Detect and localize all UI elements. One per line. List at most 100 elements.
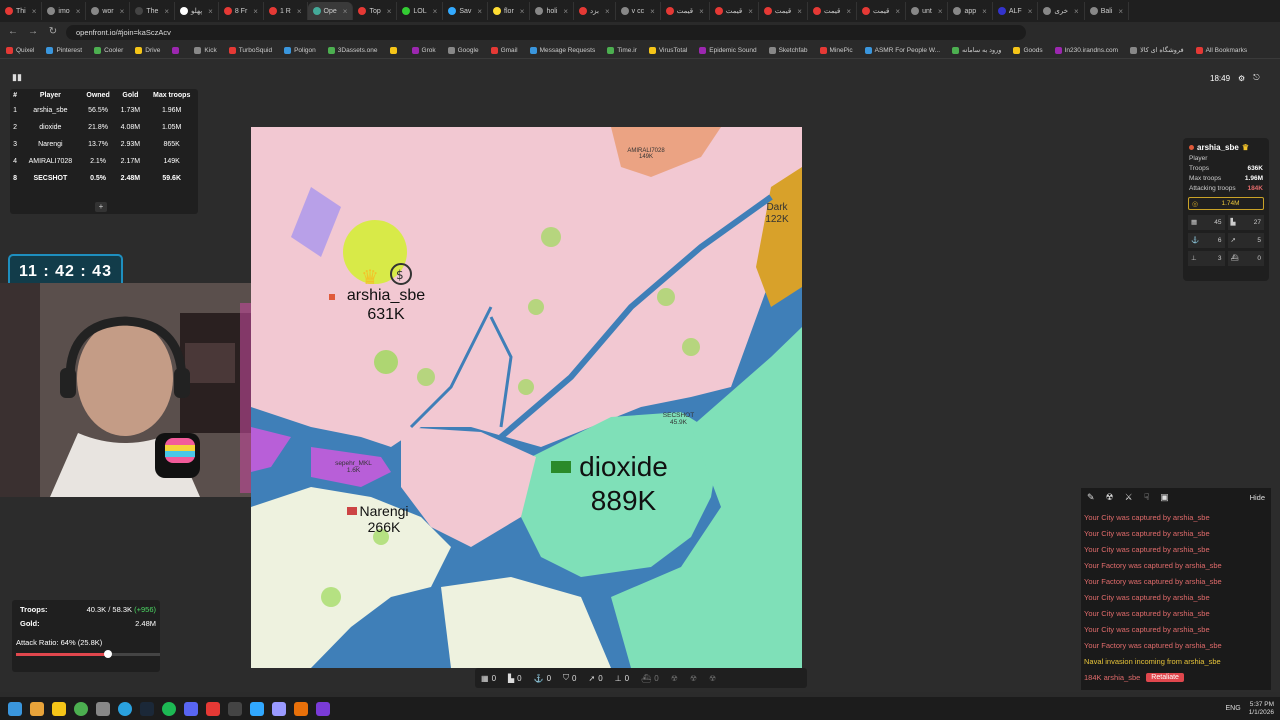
close-tab-icon[interactable]: × — [433, 7, 438, 16]
browser-tab[interactable]: قیمت × — [661, 2, 710, 20]
build-city-button[interactable]: ▦ 0 — [475, 674, 502, 683]
close-tab-icon[interactable]: × — [297, 7, 302, 16]
attack-ratio-thumb[interactable] — [104, 650, 113, 658]
browser-tab[interactable]: holi × — [530, 2, 575, 20]
browser-tab[interactable]: Ope × — [307, 2, 354, 20]
browser-tab[interactable]: Sav × — [443, 2, 489, 20]
close-tab-icon[interactable]: × — [32, 7, 37, 16]
close-tab-icon[interactable]: × — [387, 7, 392, 16]
app-icon[interactable] — [206, 701, 220, 716]
close-tab-icon[interactable]: × — [1028, 7, 1033, 16]
bookmark-item[interactable]: TurboSquid — [223, 46, 278, 54]
bookmark-item[interactable]: Quixel — [0, 46, 40, 54]
telegram-icon[interactable] — [118, 701, 132, 716]
hide-events-button[interactable]: Hide — [1250, 493, 1265, 502]
photoshop-icon[interactable] — [250, 701, 264, 716]
pencil-icon[interactable]: ✎ — [1087, 492, 1095, 503]
close-tab-icon[interactable]: × — [605, 7, 610, 16]
leaderboard-row[interactable]: 2 dioxide 21.8% 4.08M 1.05M — [10, 119, 198, 136]
bookmark-item[interactable]: Drive — [129, 46, 166, 54]
browser-tab[interactable]: flor × — [488, 2, 531, 20]
reload-icon[interactable]: ↻ — [46, 25, 60, 39]
build-warship-button[interactable]: ⛴ 0 — [635, 674, 665, 683]
exit-icon[interactable]: ⎋ — [1253, 73, 1259, 83]
build-port-button[interactable]: ⚓ 0 — [528, 674, 557, 683]
browser-tab[interactable]: Bali × — [1085, 2, 1130, 20]
close-tab-icon[interactable]: × — [797, 7, 802, 16]
premiere-icon[interactable] — [272, 701, 286, 716]
hydrogen-bomb-icon[interactable]: ☢ — [684, 674, 703, 683]
browser-tab[interactable]: قیمت × — [808, 2, 858, 20]
bookmark-item[interactable]: Poligon — [278, 46, 322, 54]
browser-tab[interactable]: بزد × — [574, 2, 616, 20]
bookmark-item[interactable]: Pinterest — [40, 46, 88, 54]
file-explorer-icon[interactable] — [52, 701, 66, 716]
blender-icon[interactable] — [294, 701, 308, 716]
bookmark-item[interactable]: 3Dassets.one — [322, 46, 384, 54]
browser-tab[interactable]: imo × — [42, 2, 87, 20]
close-tab-icon[interactable]: × — [76, 7, 81, 16]
url-input[interactable]: openfront.io/#join=kaSczAcv — [66, 24, 1026, 40]
leaderboard-row[interactable]: 8 SECSHOT 0.5% 2.48M 59.6K — [10, 170, 198, 187]
close-tab-icon[interactable]: × — [846, 7, 851, 16]
browser-tab[interactable]: 1 R × — [264, 2, 308, 20]
map-terrain[interactable]: ♛ $ — [251, 127, 802, 668]
bookmark-item[interactable]: فروشگاه ای کالا — [1124, 46, 1190, 54]
close-tab-icon[interactable]: × — [120, 7, 125, 16]
forward-icon[interactable]: → — [26, 25, 40, 39]
rider-icon[interactable] — [316, 701, 330, 716]
leaderboard-header[interactable]: Max troops — [145, 89, 198, 102]
build-factory-button[interactable]: ▙ 0 — [502, 674, 528, 683]
leaderboard-row[interactable]: 4 AMIRALI7028 2.1% 2.17M 149K — [10, 153, 198, 170]
browser-tab[interactable]: Top × — [353, 2, 398, 20]
language-indicator[interactable]: ENG — [1226, 705, 1241, 712]
close-tab-icon[interactable]: × — [938, 7, 943, 16]
build-missile-button[interactable]: ➚ 0 — [583, 674, 609, 683]
close-tab-icon[interactable]: × — [1118, 7, 1123, 16]
close-tab-icon[interactable]: × — [477, 7, 482, 16]
browser-tab[interactable]: ALF × — [993, 2, 1039, 20]
retaliate-button[interactable]: Retaliate — [1146, 672, 1184, 682]
leaderboard-toggle-icon[interactable]: ▮▮ — [12, 72, 22, 82]
game-map[interactable]: ♛ $ arshia_sbe 631K dioxide 889K Narengi… — [251, 127, 802, 668]
build-sam-button[interactable]: ⊥ 0 — [609, 674, 635, 683]
leaderboard-header[interactable]: # — [10, 89, 20, 102]
steam-icon[interactable] — [140, 701, 154, 716]
bookmark-item[interactable]: In230.irandns.com — [1049, 46, 1124, 54]
close-tab-icon[interactable]: × — [343, 7, 348, 16]
leaderboard-row[interactable]: 3 Narengi 13.7% 2.93M 865K — [10, 136, 198, 153]
browser-tab[interactable]: wor × — [86, 2, 131, 20]
attack-ratio-slider[interactable] — [16, 650, 160, 658]
close-tab-icon[interactable]: × — [253, 7, 258, 16]
bookmark-item[interactable]: ASMR For People W... — [859, 46, 946, 54]
browser-tab[interactable]: قیمت × — [857, 2, 907, 20]
close-tab-icon[interactable]: × — [520, 7, 525, 16]
discord-icon[interactable] — [184, 701, 198, 716]
close-tab-icon[interactable]: × — [699, 7, 704, 16]
browser-tab[interactable]: The × — [130, 2, 176, 20]
spotify-icon[interactable] — [162, 701, 176, 716]
bookmark-item[interactable] — [166, 46, 188, 54]
leaderboard-header[interactable]: Player — [20, 89, 81, 102]
browser-tab[interactable]: قیمت × — [710, 2, 759, 20]
bookmark-item[interactable]: All Bookmarks — [1190, 46, 1254, 54]
alliance-filter-icon[interactable]: ☟ — [1144, 492, 1149, 503]
bookmark-item[interactable]: Time.ir — [601, 46, 643, 54]
app-icon[interactable] — [96, 701, 110, 716]
bookmark-item[interactable]: Goods — [1007, 46, 1048, 54]
close-tab-icon[interactable]: × — [208, 7, 213, 16]
browser-tab[interactable]: app × — [948, 2, 993, 20]
search-icon[interactable] — [30, 701, 44, 716]
browser-tab[interactable]: LOL × — [397, 2, 444, 20]
browser-tab[interactable]: قیمت × — [759, 2, 808, 20]
close-tab-icon[interactable]: × — [164, 7, 169, 16]
bookmark-item[interactable]: Google — [442, 46, 485, 54]
browser-tab[interactable]: unt × — [906, 2, 949, 20]
app-icon[interactable] — [228, 701, 242, 716]
close-tab-icon[interactable]: × — [982, 7, 987, 16]
close-tab-icon[interactable]: × — [650, 7, 655, 16]
close-tab-icon[interactable]: × — [895, 7, 900, 16]
atom-bomb-icon[interactable]: ☢ — [665, 674, 684, 683]
bookmark-item[interactable]: Message Requests — [524, 46, 602, 54]
system-clock[interactable]: 5:37 PM 1/1/2026 — [1249, 701, 1274, 717]
